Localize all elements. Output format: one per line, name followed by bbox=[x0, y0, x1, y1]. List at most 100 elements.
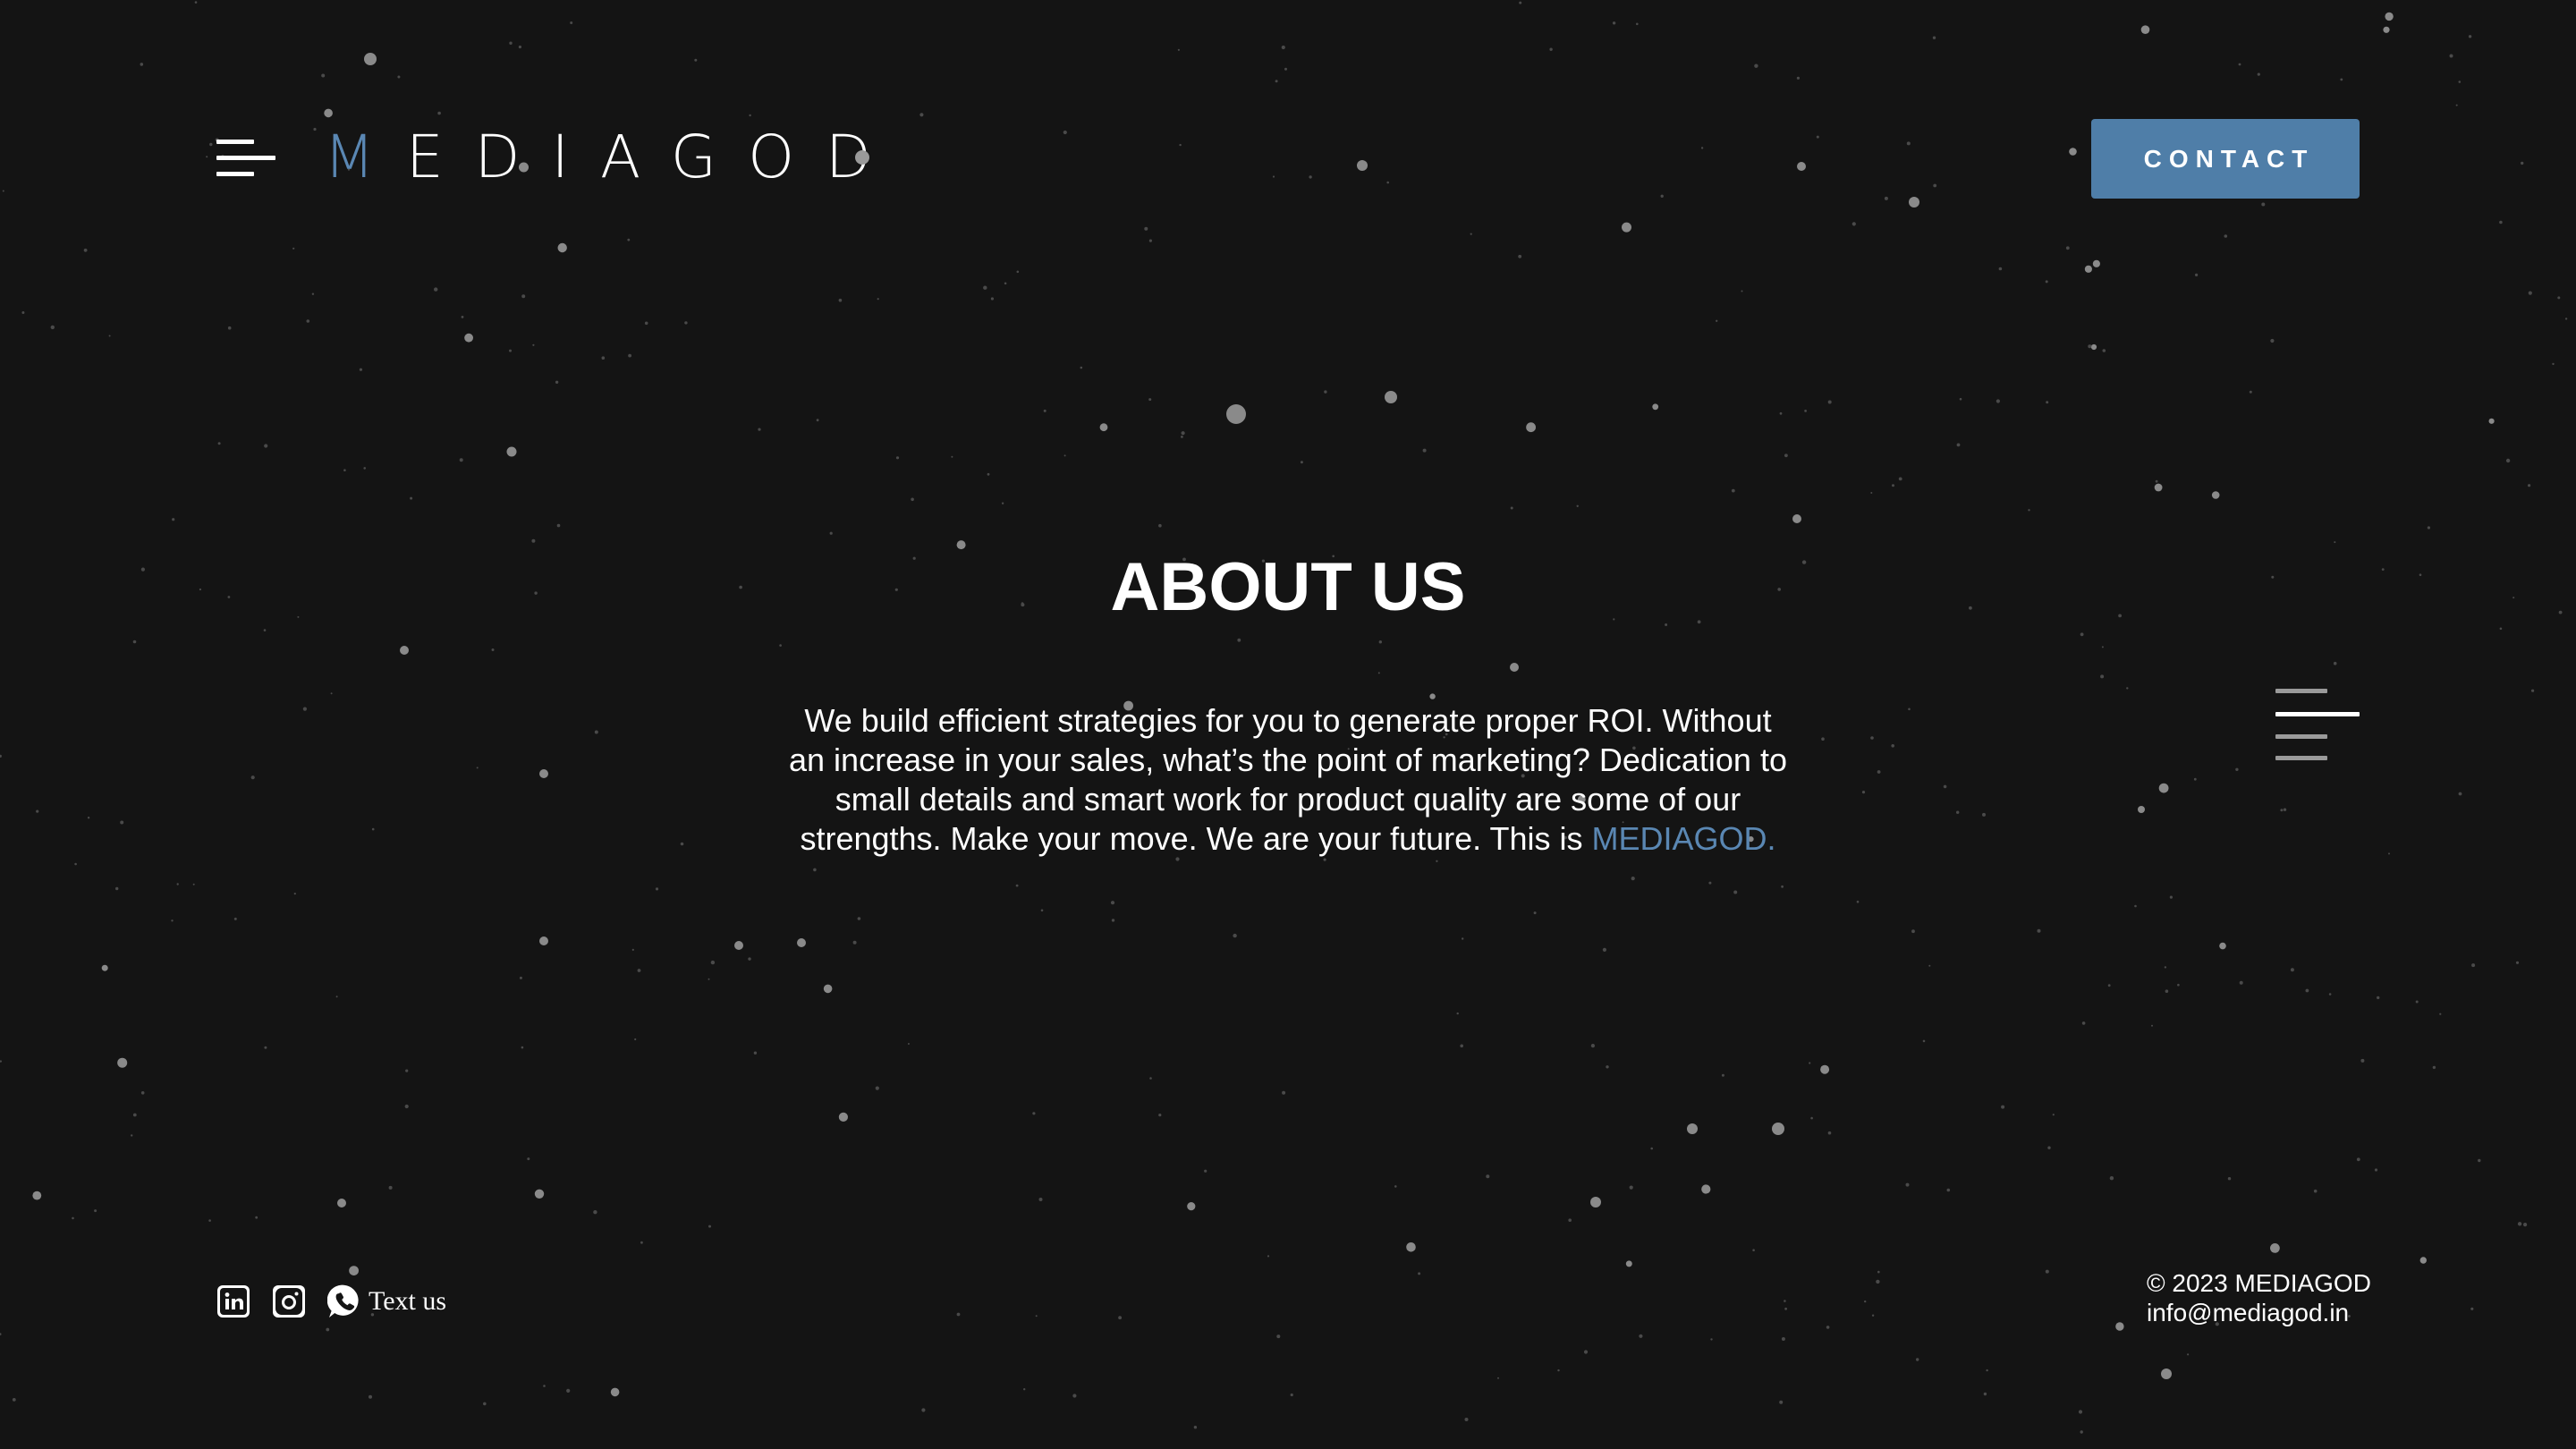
star bbox=[1038, 1198, 1043, 1201]
star bbox=[1784, 453, 1788, 458]
star bbox=[1650, 1147, 1653, 1150]
star bbox=[1898, 477, 1902, 481]
star bbox=[2028, 509, 2030, 512]
side-menu-line bbox=[2275, 756, 2327, 760]
star bbox=[2471, 963, 2476, 968]
star bbox=[2439, 1013, 2442, 1015]
star bbox=[509, 41, 513, 45]
star bbox=[2531, 689, 2535, 692]
star bbox=[132, 1113, 137, 1117]
menu-line bbox=[216, 140, 254, 144]
text-us-link[interactable]: Text us bbox=[327, 1284, 446, 1319]
star bbox=[2158, 783, 2169, 793]
star bbox=[1158, 1114, 1162, 1117]
star bbox=[2101, 646, 2104, 648]
star bbox=[2528, 484, 2531, 487]
star bbox=[1856, 900, 1860, 903]
star bbox=[363, 467, 367, 470]
star bbox=[506, 446, 517, 457]
star bbox=[601, 356, 606, 360]
star bbox=[1394, 1185, 1397, 1188]
star bbox=[521, 1046, 524, 1049]
star bbox=[250, 775, 255, 780]
star bbox=[264, 444, 268, 448]
side-menu-icon[interactable] bbox=[2275, 689, 2360, 762]
star bbox=[1497, 1377, 1499, 1379]
star bbox=[0, 1060, 2, 1063]
contact-button[interactable]: CONTACT bbox=[2091, 119, 2360, 199]
star bbox=[2155, 479, 2158, 483]
star bbox=[2478, 1158, 2481, 1163]
star bbox=[877, 298, 879, 301]
star bbox=[1797, 162, 1806, 171]
star bbox=[192, 883, 195, 886]
star bbox=[1187, 1202, 1196, 1211]
star bbox=[1826, 1326, 1830, 1329]
star bbox=[2065, 246, 2070, 250]
star bbox=[2140, 25, 2150, 34]
menu-icon[interactable] bbox=[216, 138, 275, 179]
star bbox=[2356, 1157, 2360, 1162]
star bbox=[140, 1091, 145, 1095]
star bbox=[343, 469, 346, 471]
star bbox=[1779, 1400, 1784, 1404]
star bbox=[108, 335, 111, 337]
star bbox=[1015, 884, 1019, 887]
star bbox=[1784, 1307, 1787, 1310]
star bbox=[2151, 1024, 2153, 1027]
linkedin-icon[interactable] bbox=[216, 1284, 250, 1318]
star bbox=[555, 380, 559, 384]
star bbox=[2187, 1353, 2190, 1356]
star bbox=[117, 1057, 128, 1068]
star bbox=[1118, 1316, 1122, 1320]
star bbox=[1276, 1335, 1281, 1339]
star bbox=[2383, 26, 2390, 33]
star bbox=[610, 1387, 620, 1397]
star bbox=[1072, 1394, 1077, 1398]
star bbox=[2515, 961, 2520, 964]
page: MEDIAGOD CONTACT ABOUT US We build effic… bbox=[0, 0, 2576, 1449]
star bbox=[2385, 12, 2394, 21]
star bbox=[566, 1388, 571, 1393]
star bbox=[140, 63, 144, 66]
star bbox=[206, 156, 208, 158]
star bbox=[1462, 937, 1464, 940]
star bbox=[227, 326, 232, 330]
star bbox=[1943, 784, 1947, 789]
star bbox=[1781, 885, 1784, 888]
star bbox=[1733, 890, 1738, 894]
instagram-icon[interactable] bbox=[272, 1284, 306, 1318]
star bbox=[2499, 220, 2503, 225]
star bbox=[2193, 777, 2197, 781]
star bbox=[1933, 183, 1937, 188]
star bbox=[655, 887, 659, 891]
star bbox=[2280, 809, 2284, 812]
star bbox=[1700, 147, 1704, 149]
star bbox=[1708, 881, 1712, 885]
star bbox=[990, 297, 994, 301]
star bbox=[640, 1241, 643, 1244]
star bbox=[1357, 160, 1368, 171]
star bbox=[1378, 640, 1383, 644]
footer-info: © 2023 MEDIAGOD info@mediagod.in bbox=[2147, 1268, 2371, 1327]
star bbox=[0, 754, 2, 758]
star bbox=[491, 648, 495, 651]
star bbox=[1568, 1218, 1572, 1222]
star bbox=[1710, 1338, 1713, 1341]
star bbox=[263, 629, 267, 631]
star bbox=[364, 53, 377, 65]
star bbox=[631, 948, 634, 951]
star bbox=[1518, 254, 1522, 258]
star bbox=[1099, 423, 1108, 432]
star bbox=[1639, 1334, 1643, 1338]
star bbox=[2388, 852, 2390, 855]
email-link[interactable]: info@mediagod.in bbox=[2147, 1298, 2371, 1327]
star bbox=[1877, 770, 1881, 774]
star bbox=[302, 707, 307, 711]
logo[interactable]: MEDIAGOD bbox=[324, 122, 902, 193]
star bbox=[1606, 1065, 1609, 1069]
star bbox=[1625, 1260, 1632, 1267]
star bbox=[1149, 1077, 1152, 1080]
star bbox=[115, 886, 119, 891]
star bbox=[1861, 791, 1866, 794]
